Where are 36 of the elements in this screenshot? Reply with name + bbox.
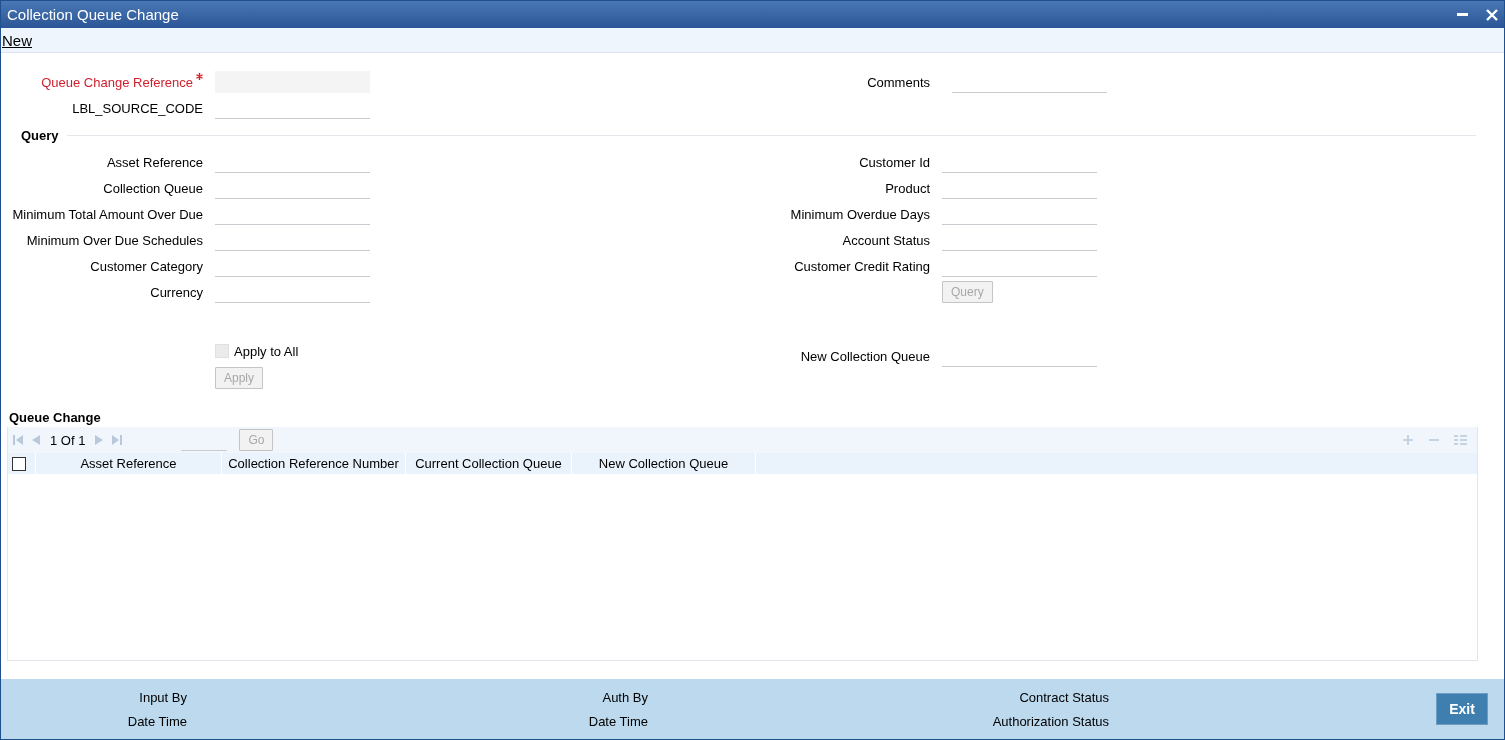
field-label: Minimum Overdue Days [790, 206, 930, 222]
audit-label: Authorization Status [992, 713, 1109, 729]
checkbox-label: Apply to All [234, 343, 299, 359]
field-label: Minimum Over Due Schedules [26, 232, 203, 248]
field-label: Collection Queue [103, 180, 203, 196]
field-label: New Collection Queue [800, 348, 930, 364]
page-indicator: 1 Of 1 [50, 432, 86, 448]
field-label: Comments [867, 74, 930, 90]
list-view-icon[interactable] [1454, 434, 1467, 446]
add-row-icon[interactable] [1402, 434, 1414, 446]
field-label: Customer Category [90, 258, 203, 274]
audit-label: Input By [139, 689, 187, 705]
audit-label: Date Time [588, 713, 648, 729]
select-all-checkbox[interactable] [12, 456, 26, 471]
field-label: Queue Change Reference [41, 74, 193, 90]
window-title: Collection Queue Change [7, 6, 180, 23]
field-label: Asset Reference [106, 154, 203, 170]
field-label: Minimum Total Amount Over Due [12, 206, 203, 222]
field-label: Account Status [842, 232, 930, 248]
first-page-icon[interactable] [12, 434, 24, 446]
field-label: LBL_SOURCE_CODE [72, 100, 203, 116]
last-page-icon[interactable] [111, 434, 124, 446]
close-button[interactable] [1486, 8, 1498, 21]
section-title: Query [21, 127, 59, 143]
field-label: Customer Credit Rating [794, 258, 930, 274]
audit-label: Contract Status [1019, 689, 1109, 705]
field-label: Currency [150, 284, 203, 300]
previous-page-icon[interactable] [30, 434, 42, 446]
audit-label: Date Time [127, 713, 187, 729]
field-label: Customer Id [859, 154, 930, 170]
section-title: Queue Change [8, 408, 102, 427]
exit-button[interactable]: Exit [1436, 693, 1488, 725]
field-label: Product [885, 180, 930, 196]
audit-label: Auth By [602, 689, 648, 705]
required-asterisk-icon [196, 73, 203, 80]
menu-link[interactable]: New [1, 31, 33, 49]
